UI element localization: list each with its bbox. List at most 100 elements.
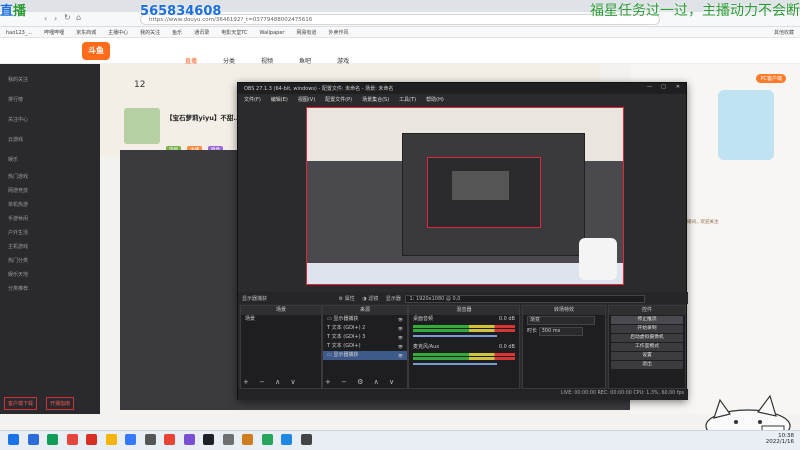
obs-menu-item[interactable]: 帮助(H): [426, 97, 444, 103]
filter-icon[interactable]: ◑: [362, 296, 366, 302]
control-button-0[interactable]: 停止推流: [611, 316, 683, 324]
visibility-icon[interactable]: 👁: [398, 334, 403, 341]
app-icon[interactable]: [222, 434, 234, 445]
sidebar-item[interactable]: 户外生活: [8, 226, 98, 240]
sidebar-item[interactable]: 关注中心: [8, 110, 98, 130]
app-icon[interactable]: [300, 434, 312, 445]
sidebar-item[interactable]: 娱乐: [8, 150, 98, 170]
source-item[interactable]: ▭ 显示器捕获 👁: [323, 315, 407, 324]
download-client-link[interactable]: 客户端下载: [4, 397, 38, 410]
mixer-channel-name: 桌面音频: [413, 316, 434, 322]
app-icon[interactable]: [281, 434, 292, 445]
sidebar-item[interactable]: 单机热游: [8, 198, 98, 212]
sidebar-item[interactable]: 云游戏: [8, 130, 98, 150]
sidebar-item[interactable]: 热门分类: [8, 254, 98, 268]
filters-button[interactable]: 滤镜: [368, 296, 378, 302]
gear-icon[interactable]: ⚙: [339, 296, 343, 302]
visibility-icon[interactable]: 👁: [398, 343, 403, 350]
obs-menu-item[interactable]: 场景集合(S): [362, 97, 389, 103]
bookmark-item[interactable]: 网易有道: [296, 30, 316, 36]
sidebar-item[interactable]: 娱乐天地: [8, 268, 98, 282]
source-item[interactable]: ▭ 显示器捕获 👁: [323, 351, 407, 360]
sidebar-item[interactable]: 排行榜: [8, 90, 98, 110]
taskbar-clock[interactable]: 10:38 2022/1/16: [766, 433, 794, 445]
app-icon[interactable]: [86, 434, 97, 445]
obs-menu-item[interactable]: 视图(V): [298, 97, 315, 103]
sidebar-item[interactable]: 手游休闲: [8, 212, 98, 226]
scene-item[interactable]: 场景: [241, 315, 321, 324]
obs-menu-item[interactable]: 文件(F): [244, 97, 261, 103]
source-toolbar: 显示器捕获 ⚙ 属性 ◑ 滤镜 显示器 1: 1920x1080 @ 0,0: [238, 292, 688, 304]
mixer-header: 混音器: [409, 306, 519, 315]
streamer-avatar[interactable]: [124, 108, 160, 144]
windows-start-icon[interactable]: [8, 434, 19, 445]
chrome-icon[interactable]: [66, 434, 78, 445]
control-button-4[interactable]: 设置: [611, 352, 683, 360]
douyu-logo[interactable]: 斗鱼: [82, 42, 110, 60]
pc-client-badge[interactable]: PC客户端: [756, 74, 786, 83]
stream-guide-link[interactable]: 开播指南: [46, 397, 75, 410]
obs-menu-item[interactable]: 编辑(E): [271, 97, 288, 103]
bookmark-item[interactable]: hao123_...: [6, 30, 32, 36]
scene-dock-controls[interactable]: + − ∧ ∨: [243, 378, 300, 386]
bookmark-item[interactable]: 外卖作风: [329, 30, 349, 36]
visibility-icon[interactable]: 👁: [398, 352, 403, 359]
volume-slider[interactable]: [413, 335, 497, 337]
app-icon[interactable]: [164, 434, 175, 445]
bookmark-item[interactable]: 电影天堂TC: [221, 30, 247, 36]
sidebar-item[interactable]: 主机游戏: [8, 240, 98, 254]
display-select[interactable]: 1: 1920x1080 @ 0,0: [405, 295, 646, 303]
control-button-2[interactable]: 启动虚拟摄像机: [611, 334, 683, 342]
control-button-3[interactable]: 工作室模式: [611, 343, 683, 351]
duration-input[interactable]: 300 ms: [538, 327, 583, 336]
source-item[interactable]: T 文本 (GDI+) 2 👁: [323, 324, 407, 333]
source-label: 显示器捕获: [333, 352, 359, 358]
obs-menu-item[interactable]: 工具(T): [399, 97, 416, 103]
control-button-1[interactable]: 开始录制: [611, 325, 683, 333]
sidebar-item[interactable]: 分类推荐: [8, 282, 98, 296]
visibility-icon[interactable]: 👁: [398, 325, 403, 332]
sidebar-item[interactable]: 我的关注: [8, 70, 98, 90]
scenes-header: 场景: [241, 306, 321, 315]
obs-preview[interactable]: [306, 107, 624, 285]
edge-browser-icon[interactable]: [47, 434, 58, 445]
app-icon[interactable]: [242, 434, 253, 445]
sidebar-item[interactable]: 热门游戏: [8, 170, 98, 184]
obs-icon[interactable]: [203, 434, 214, 445]
volume-slider[interactable]: [413, 363, 497, 365]
minimize-icon[interactable]: —: [647, 84, 652, 90]
app-icon[interactable]: [261, 434, 273, 445]
source-label: 显示器捕获: [333, 316, 359, 322]
obs-menu-item[interactable]: 配置文件(P): [325, 97, 352, 103]
maximize-icon[interactable]: □: [661, 84, 666, 90]
source-item[interactable]: T 文本 (GDI+) 👁: [323, 342, 407, 351]
mixer-dock: 混音器 桌面音频 0.0 dB 麦克风/Aux 0.0 dB: [408, 305, 520, 389]
visibility-icon[interactable]: 👁: [398, 316, 403, 323]
obs-statusbar: LIVE: 00:00:00 REC: 00:00:00 CPU: 1.3%, …: [238, 389, 688, 400]
bookmarks-bar: hao123_... 哔哩哔哩 京东商城 主播中心 我的关注 鱼乐 通讯录 电影天堂TC Wal…: [0, 27, 800, 38]
sidebar-item[interactable]: 网游竞技: [8, 184, 98, 198]
control-button-5[interactable]: 退出: [611, 361, 683, 369]
source-dock-controls[interactable]: + − ⚙ ∧ ∨: [325, 378, 398, 386]
folder-icon[interactable]: [105, 434, 117, 445]
source-item[interactable]: T 文本 (GDI+) 3 👁: [323, 333, 407, 342]
transition-select[interactable]: 渐变: [527, 316, 595, 325]
mail-icon[interactable]: [125, 434, 136, 445]
bookmark-item[interactable]: 主播中心: [108, 30, 128, 36]
other-bookmarks[interactable]: 其他收藏: [774, 29, 794, 36]
properties-button[interactable]: 属性: [345, 296, 355, 302]
store-icon[interactable]: [144, 434, 156, 445]
bookmark-item[interactable]: 我的关注: [140, 30, 160, 36]
promo-banner: [718, 90, 774, 160]
bookmark-item[interactable]: 哔哩哔哩: [44, 30, 64, 36]
bookmark-item[interactable]: 通讯录: [194, 30, 209, 36]
sources-dock: 来源 ▭ 显示器捕获 👁 T 文本 (GDI+) 2 👁 T 文本 (GDI+) 3…: [322, 305, 408, 389]
bookmark-item[interactable]: 京东商城: [76, 30, 96, 36]
bookmark-item[interactable]: Wallpaper: [259, 30, 284, 36]
close-icon[interactable]: ✕: [676, 84, 680, 90]
app-icon[interactable]: [183, 434, 195, 445]
search-icon[interactable]: [27, 434, 39, 445]
task-overlay-text: 福星任务过一过，主播动力不会断: [590, 3, 800, 19]
bookmark-item[interactable]: 鱼乐: [172, 30, 182, 36]
sidebar-footer: 客户端下载 开播指南: [4, 390, 96, 410]
